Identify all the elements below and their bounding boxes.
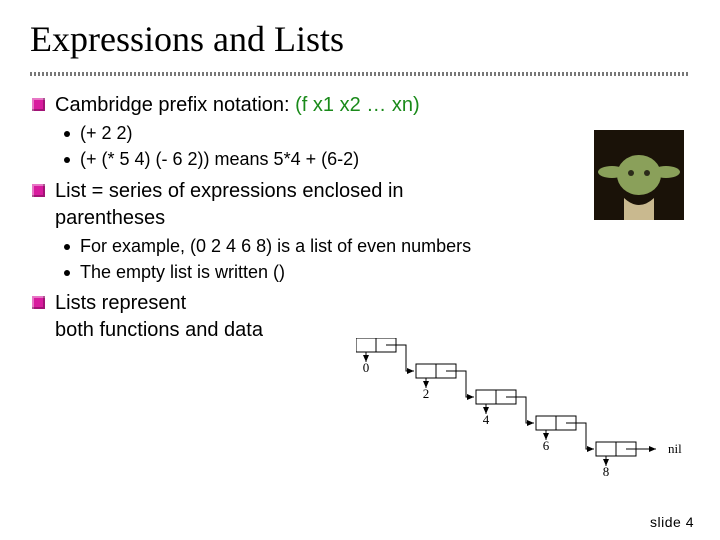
title-divider xyxy=(30,72,690,76)
subbullet-text: (+ 2 2) xyxy=(80,121,133,145)
list-node-value: 6 xyxy=(543,438,550,453)
list-node-value: 0 xyxy=(363,360,370,375)
list-node-value: 2 xyxy=(423,386,430,401)
slide-number: slide 4 xyxy=(650,514,694,530)
bullet-text-highlight: (f x1 x2 … xn) xyxy=(295,94,419,116)
dot-bullet-icon xyxy=(64,270,70,276)
slide-title: Expressions and Lists xyxy=(30,18,690,60)
linked-list-diagram: 0 2 4 6 8 nil xyxy=(356,338,686,488)
subbullet-text: For example, (0 2 4 6 8) is a list of ev… xyxy=(80,234,471,258)
square-bullet-icon xyxy=(32,98,45,111)
square-bullet-icon xyxy=(32,184,45,197)
subbullet-even-numbers: For example, (0 2 4 6 8) is a list of ev… xyxy=(64,234,690,258)
dot-bullet-icon xyxy=(64,157,70,163)
list-node-value: 4 xyxy=(483,412,490,427)
subbullet-text: (+ (* 5 4) (- 6 2)) means 5*4 + (6-2) xyxy=(80,147,359,171)
dot-bullet-icon xyxy=(64,131,70,137)
subbullet-empty-list: The empty list is written () xyxy=(64,260,690,284)
list-nil-label: nil xyxy=(668,441,682,456)
dot-bullet-icon xyxy=(64,244,70,250)
bullet-text-line1: Lists represent xyxy=(55,290,690,317)
bullet-text: Cambridge prefix notation: xyxy=(55,94,295,116)
slide-content: Cambridge prefix notation: (f x1 x2 … xn… xyxy=(30,92,690,344)
square-bullet-icon xyxy=(32,296,45,309)
bullet-lists-represent: Lists represent both functions and data xyxy=(30,290,690,344)
yoda-image xyxy=(594,130,684,220)
list-node-value: 8 xyxy=(603,464,610,479)
bullet-list-definition: List = series of expressions enclosed in… xyxy=(30,178,690,232)
bullet-cambridge-prefix: Cambridge prefix notation: (f x1 x2 … xn… xyxy=(30,92,690,119)
subbullet-text: The empty list is written () xyxy=(80,260,285,284)
bullet-text: List = series of expressions enclosed in… xyxy=(55,178,495,232)
